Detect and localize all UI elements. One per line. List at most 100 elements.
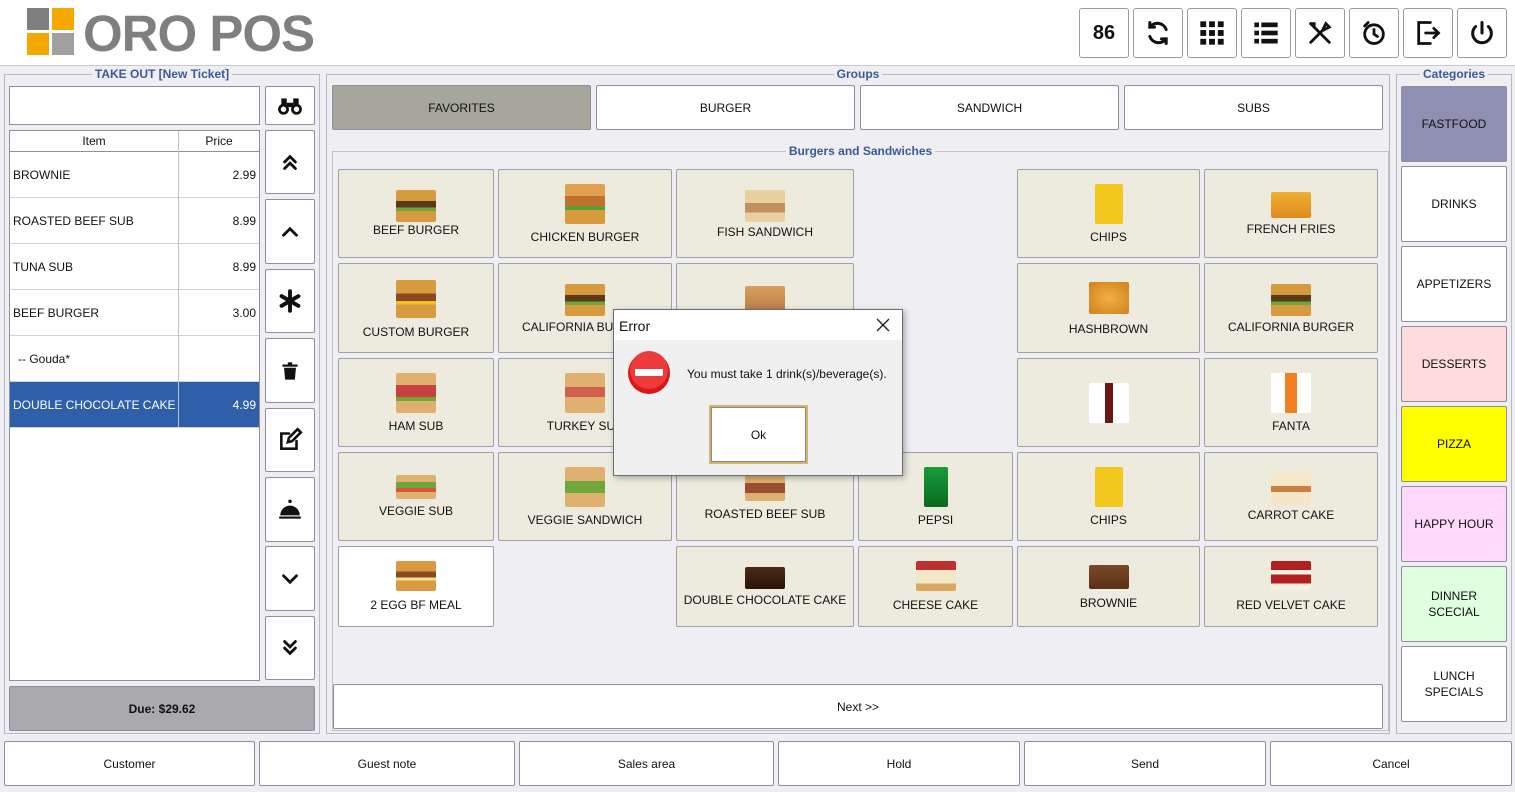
menu-item[interactable] [1017,358,1200,447]
list-view-button[interactable] [1241,8,1291,58]
menu-item[interactable]: FANTA [1204,358,1378,447]
menu-item-label: CALIFORNIA BURGER [1227,320,1355,334]
item-count-86-button[interactable]: 86 [1079,8,1129,58]
menu-item[interactable]: BROWNIE [1017,546,1200,627]
menu-item-label: BEEF BURGER [372,223,459,237]
ok-button[interactable]: Ok [709,405,808,464]
delete-item-button[interactable] [265,338,315,403]
roasted-beef-sub-image [745,475,785,501]
grid-view-button[interactable] [1187,8,1237,58]
guest-note-button[interactable]: Guest note [259,741,515,786]
item-count-badge: 86 [1092,21,1116,44]
next-page-button[interactable]: Next >> [333,684,1383,729]
table-row-selected[interactable]: DOUBLE CHOCOLATE CAKE 4.99 [10,382,259,428]
row-price: 2.99 [232,168,256,182]
due-amount-button[interactable]: Due: $29.62 [9,686,315,731]
category-appetizers[interactable]: APPETIZERS [1401,246,1507,322]
error-stop-icon [628,351,670,394]
category-desserts[interactable]: DESSERTS [1401,326,1507,402]
menu-item[interactable]: HASHBROWN [1017,263,1200,353]
row-item: TUNA SUB [13,260,74,274]
menu-item-label: CHIPS [1090,230,1127,244]
clock-button[interactable] [1349,8,1399,58]
logout-icon [1417,21,1441,45]
group-subs[interactable]: SUBS [1124,85,1383,130]
close-icon[interactable] [874,316,892,334]
groups-panel-title: Groups [833,67,883,81]
menu-item[interactable]: 2 EGG BF MEAL [338,546,494,627]
menu-item[interactable]: BEEF BURGER [338,169,494,258]
scroll-bottom-button[interactable] [265,616,315,680]
table-row[interactable]: -- Gouda* [10,336,259,382]
group-burger[interactable]: BURGER [596,85,855,130]
veggie-sandwich-image [565,467,605,507]
menu-item-label: CARROT CAKE [1247,508,1335,522]
menu-item[interactable]: HAM SUB [338,358,494,447]
category-fastfood[interactable]: FASTFOOD [1401,86,1507,162]
menu-item[interactable]: CHIPS [1017,169,1200,258]
refresh-button[interactable] [1133,8,1183,58]
cancel-button[interactable]: Cancel [1270,741,1512,786]
scroll-up-button[interactable] [265,199,315,264]
menu-item-label: HAM SUB [388,419,444,433]
menu-item[interactable]: CUSTOM BURGER [338,263,494,353]
tools-button[interactable] [1295,8,1345,58]
category-pizza[interactable]: PIZZA [1401,406,1507,482]
chevron-down-icon [282,573,298,584]
brownie-image [1088,565,1129,589]
chicken-burger-image [565,184,605,224]
menu-item[interactable]: CHICKEN BURGER [498,169,672,258]
row-item: BROWNIE [13,168,71,182]
egg-breakfast-meal-image [396,561,436,591]
table-row[interactable]: BEEF BURGER 3.00 [10,290,259,336]
group-favorites[interactable]: FAVORITES [332,85,591,130]
asterisk-icon [279,289,301,313]
double-chevron-down-icon [283,640,297,656]
menu-item[interactable]: CARROT CAKE [1204,452,1378,541]
menu-item[interactable]: CHEESE CAKE [858,546,1013,627]
customer-button[interactable]: Customer [4,741,255,786]
row-price: 8.99 [232,260,256,274]
pepsi-can-image [923,467,948,507]
menu-item-label: VEGGIE SANDWICH [527,513,643,527]
send-button[interactable]: Send [1024,741,1266,786]
menu-item[interactable]: FISH SANDWICH [676,169,854,258]
sales-area-button[interactable]: Sales area [519,741,774,786]
scroll-top-button[interactable] [265,130,315,194]
turkey-sub-image [565,373,605,413]
scroll-down-button[interactable] [265,546,315,611]
category-dinner-special[interactable]: DINNER SCECIAL [1401,566,1507,642]
cola-image [1088,383,1129,423]
edit-button[interactable] [265,408,315,472]
hold-button[interactable]: Hold [778,741,1020,786]
menu-item[interactable]: DOUBLE CHOCOLATE CAKE [676,546,854,627]
menu-item[interactable]: CALIFORNIA BURGER [1204,263,1378,353]
trash-icon [282,361,298,380]
hashbrown-image [1088,282,1129,314]
cooking-instruction-button[interactable] [265,477,315,542]
search-button[interactable] [265,86,315,125]
refresh-icon [1148,20,1168,46]
menu-item[interactable]: FRENCH FRIES [1204,169,1378,258]
chips-image [1094,184,1123,224]
dialog-title: Error [619,318,651,334]
menu-item[interactable]: CHIPS [1017,452,1200,541]
menu-item[interactable]: VEGGIE SUB [338,452,494,541]
group-sandwich[interactable]: SANDWICH [860,85,1119,130]
category-drinks[interactable]: DRINKS [1401,166,1507,242]
category-happy-hour[interactable]: HAPPY HOUR [1401,486,1507,562]
logout-button[interactable] [1403,8,1453,58]
table-row[interactable]: TUNA SUB 8.99 [10,244,259,290]
clock-icon [1363,21,1385,45]
oro-pos-logo: ORO POS [27,5,327,62]
logo-text: ORO POS [83,5,315,62]
ticket-items-table: Item Price BROWNIE 2.99 ROASTED BEEF SUB… [9,130,260,681]
menu-item-label: CHIPS [1090,513,1127,527]
category-lunch-specials[interactable]: LUNCH SPECIALS [1401,646,1507,722]
table-row[interactable]: ROASTED BEEF SUB 8.99 [10,198,259,244]
ticket-search-input[interactable] [9,86,260,125]
menu-item[interactable]: RED VELVET CAKE [1204,546,1378,627]
table-row[interactable]: BROWNIE 2.99 [10,152,259,198]
power-button[interactable] [1457,8,1507,58]
modifier-button[interactable] [265,269,315,333]
